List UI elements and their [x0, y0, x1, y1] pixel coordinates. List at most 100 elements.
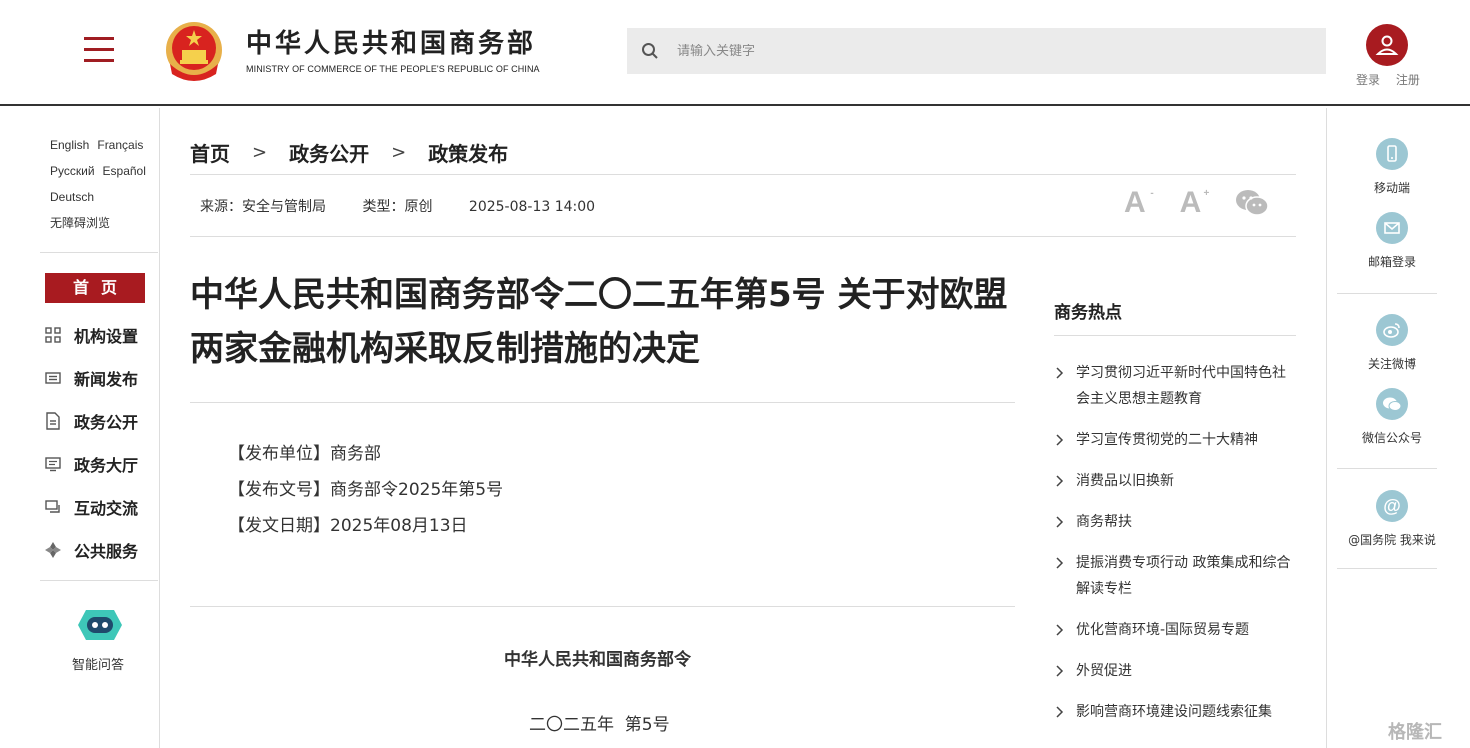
- lang-russian[interactable]: Русский: [50, 164, 95, 178]
- chevron-right-icon: [1056, 557, 1064, 569]
- login-link[interactable]: 登录: [1356, 73, 1380, 87]
- chevron-right-icon: >: [252, 142, 268, 163]
- list-item[interactable]: 优化营商环境-国际贸易专题: [1054, 617, 1296, 643]
- nav-item-label: 机构设置: [74, 326, 139, 346]
- meta-type: 类型：原创: [362, 199, 433, 215]
- divider: [40, 252, 158, 253]
- article-title: 中华人民共和国商务部令二〇二五年第5号 关于对欧盟两家金融机构采取反制措施的决定: [190, 275, 1008, 369]
- divider: [1337, 568, 1437, 569]
- nav-item-label: 公共服务: [74, 541, 139, 561]
- nav-item-label: 新闻发布: [74, 369, 139, 389]
- chat-icon: [44, 498, 62, 516]
- hot-item-label: 提振消费专项行动 政策集成和综合解读专栏: [1076, 555, 1291, 597]
- brand-cn-name: 中华人民共和国商务部: [246, 29, 537, 59]
- hot-item-label: 优化营商环境-国际贸易专题: [1076, 622, 1250, 638]
- hot-item-label: 影响营商环境建设问题线索征集: [1076, 704, 1272, 720]
- mail-login-button[interactable]: 邮箱登录: [1337, 212, 1447, 270]
- breadcrumb: 首页 > 政务公开 > 政策发布: [190, 138, 508, 167]
- council-feedback-button[interactable]: @ @国务院 我来说: [1337, 490, 1447, 548]
- chevron-right-icon: [1056, 706, 1064, 718]
- nav-item-service-hall[interactable]: 政务大厅: [44, 442, 138, 485]
- hot-item-label: 学习宣传贯彻党的二十大精神: [1076, 432, 1258, 448]
- lang-english[interactable]: English: [50, 138, 89, 152]
- left-sidebar: English Français Русский Español Deutsch 无…: [0, 108, 160, 748]
- nav-item-label: 政务大厅: [74, 455, 139, 475]
- hot-item-label: 学习贯彻习近平新时代中国特色社会主义思想主题教育: [1076, 365, 1286, 407]
- lang-french[interactable]: Français: [97, 138, 143, 152]
- list-item[interactable]: 学习贯彻习近平新时代中国特色社会主义思想主题教育: [1054, 360, 1296, 412]
- document-icon: [44, 411, 62, 430]
- news-icon: [44, 369, 62, 387]
- search-bar: [627, 28, 1326, 74]
- hot-item-label: 消费品以旧换新: [1076, 473, 1174, 489]
- article-tools: A- A +: [1124, 186, 1270, 220]
- wechat-official-button[interactable]: 微信公众号: [1337, 388, 1447, 446]
- robot-assistant-icon[interactable]: [78, 608, 122, 642]
- lang-spanish[interactable]: Español: [103, 164, 146, 178]
- list-item[interactable]: 商务帮扶: [1054, 509, 1296, 535]
- hot-topics-list: 学习贯彻习近平新时代中国特色社会主义思想主题教育 学习宣传贯彻党的二十大精神 消…: [1054, 360, 1296, 725]
- font-decrease-icon[interactable]: A-: [1124, 186, 1154, 220]
- document-number: 二〇二五年 第5号: [529, 715, 670, 735]
- site-brand[interactable]: 中华人民共和国商务部 MINISTRY OF COMMERCE OF THE P…: [246, 28, 540, 74]
- list-item[interactable]: 消费品以旧换新: [1054, 468, 1296, 494]
- list-item[interactable]: 提振消费专项行动 政策集成和综合解读专栏: [1054, 550, 1296, 602]
- chevron-right-icon: [1056, 475, 1064, 487]
- wechat-icon: [1376, 388, 1408, 420]
- hot-topics: 商务热点 学习贯彻习近平新时代中国特色社会主义思想主题教育 学习宣传贯彻党的二十…: [1054, 298, 1296, 740]
- nav-item-news[interactable]: 新闻发布: [44, 356, 138, 399]
- monitor-icon: [44, 455, 62, 473]
- wechat-label: 微信公众号: [1361, 431, 1422, 445]
- lang-german[interactable]: Deutsch: [50, 190, 94, 204]
- mobile-phone-icon: [1376, 138, 1408, 170]
- chevron-right-icon: [1056, 367, 1064, 379]
- breadcrumb-policy-release[interactable]: 政策发布: [428, 138, 508, 167]
- search-input[interactable]: [677, 43, 1297, 59]
- weibo-button[interactable]: 关注微博: [1337, 314, 1447, 372]
- right-sidebar: 移动端 邮箱登录 关注微博 微信公众号 @ @国务院 我来说: [1326, 108, 1470, 748]
- info-doc-number: 【发布文号】商务部令2025年第5号: [228, 480, 504, 500]
- list-item[interactable]: 影响营商环境建设问题线索征集: [1054, 699, 1296, 725]
- search-icon[interactable]: [627, 28, 673, 74]
- menu-icon[interactable]: [84, 37, 114, 63]
- hot-item-label: 商务帮扶: [1076, 514, 1132, 530]
- hot-topics-title: 商务热点: [1054, 298, 1296, 336]
- chevron-right-icon: >: [391, 142, 407, 163]
- service-icon: [44, 541, 62, 559]
- breadcrumb-government-affairs[interactable]: 政务公开: [289, 138, 369, 167]
- hot-item-label: 外贸促进: [1076, 663, 1132, 679]
- breadcrumb-home[interactable]: 首页: [190, 138, 230, 167]
- nav-item-label: 互动交流: [74, 498, 139, 518]
- nav-home-button[interactable]: 首页: [45, 273, 145, 303]
- mobile-label: 移动端: [1373, 181, 1410, 195]
- nav-item-government-affairs[interactable]: 政务公开: [44, 399, 138, 442]
- wechat-share-icon[interactable]: [1235, 188, 1270, 218]
- meta-source: 来源：安全与管制局: [200, 199, 326, 215]
- divider: [190, 236, 1296, 237]
- assistant-label[interactable]: 智能问答: [72, 654, 124, 673]
- register-link[interactable]: 注册: [1396, 73, 1420, 87]
- language-switcher: English Français Русский Español Deutsch 无…: [50, 132, 154, 236]
- mobile-button[interactable]: 移动端: [1337, 138, 1447, 196]
- font-increase-icon[interactable]: A +: [1180, 186, 1210, 220]
- mail-icon: [1376, 212, 1408, 244]
- article-meta: 来源：安全与管制局 类型：原创 2025-08-13 14:00: [200, 196, 627, 216]
- list-item[interactable]: 学习宣传贯彻党的二十大精神: [1054, 427, 1296, 453]
- auth-links: 登录 注册: [1356, 71, 1432, 88]
- main-nav: 机构设置 新闻发布 政务公开 政务大厅 互动交流 公共服务: [44, 313, 138, 571]
- weibo-label: 关注微博: [1367, 357, 1416, 371]
- accessibility-link[interactable]: 无障碍浏览: [50, 216, 110, 230]
- meta-datetime: 2025-08-13 14:00: [468, 199, 596, 215]
- nav-item-label: 政务公开: [74, 412, 139, 432]
- divider: [1337, 293, 1437, 294]
- list-item[interactable]: 外贸促进: [1054, 658, 1296, 684]
- mail-label: 邮箱登录: [1367, 255, 1416, 269]
- nav-item-public-service[interactable]: 公共服务: [44, 528, 138, 571]
- divider: [1337, 468, 1437, 469]
- divider: [190, 606, 1015, 607]
- national-emblem-icon[interactable]: [164, 20, 224, 84]
- user-icon[interactable]: [1366, 24, 1408, 66]
- nav-item-interaction[interactable]: 互动交流: [44, 485, 138, 528]
- nav-item-organization[interactable]: 机构设置: [44, 313, 138, 356]
- grid-icon: [44, 326, 62, 344]
